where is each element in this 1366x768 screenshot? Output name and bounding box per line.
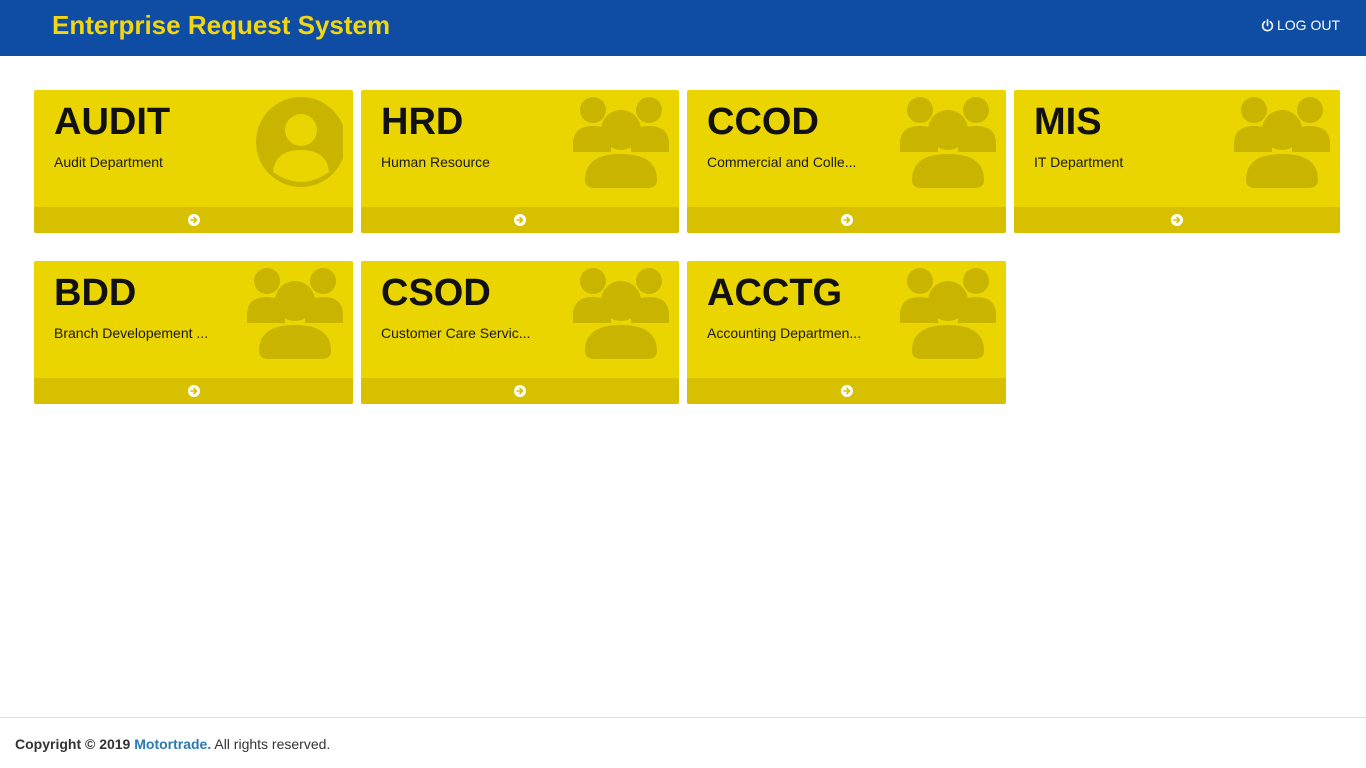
tile-footer-link[interactable] (34, 207, 353, 233)
department-description: Branch Developement ... (54, 325, 209, 341)
department-description: Human Resource (381, 154, 490, 170)
tile-footer-link[interactable] (361, 207, 679, 233)
department-description: Accounting Departmen... (707, 325, 862, 341)
copyright-text: Copyright © 2019 Motortrade. All rights … (15, 736, 330, 752)
department-tile-bdd[interactable]: BDD Branch Developement ... (34, 261, 353, 404)
department-description: IT Department (1034, 154, 1124, 170)
department-tile-csod[interactable]: CSOD Customer Care Servic... (361, 261, 679, 404)
department-code: CSOD (381, 272, 491, 314)
users-icon (573, 268, 669, 359)
tile-footer-link[interactable] (687, 378, 1006, 404)
users-icon (900, 268, 996, 359)
arrow-circle-right-icon (187, 385, 200, 397)
arrow-circle-right-icon (514, 214, 526, 226)
arrow-circle-right-icon (1171, 214, 1183, 226)
department-description: Audit Department (54, 154, 163, 170)
department-code: AUDIT (54, 101, 171, 143)
department-tile-hrd[interactable]: HRD Human Resource (361, 90, 679, 233)
department-tile-mis[interactable]: MIS IT Department (1014, 90, 1340, 233)
arrow-circle-right-icon (840, 385, 853, 397)
arrow-circle-right-icon (514, 385, 526, 397)
department-code: CCOD (707, 101, 819, 143)
department-description: Customer Care Servic... (381, 325, 531, 341)
tile-footer-link[interactable] (34, 378, 353, 404)
users-icon (247, 268, 343, 359)
department-tile-audit[interactable]: AUDIT Audit Department (34, 90, 353, 233)
user-icon (256, 97, 343, 187)
users-icon (573, 97, 669, 188)
users-icon (1234, 97, 1330, 188)
tile-footer-link[interactable] (1014, 207, 1340, 233)
department-tile-acctg[interactable]: ACCTG Accounting Departmen... (687, 261, 1006, 404)
company-link[interactable]: Motortrade. (134, 736, 211, 752)
department-code: MIS (1034, 101, 1102, 143)
tile-footer-link[interactable] (361, 378, 679, 404)
department-code: ACCTG (707, 272, 843, 314)
department-description: Commercial and Colle... (707, 154, 857, 170)
arrow-circle-right-icon (187, 214, 200, 226)
arrow-circle-right-icon (840, 214, 853, 226)
rights-text: All rights reserved. (214, 736, 331, 752)
page-footer: Copyright © 2019 Motortrade. All rights … (0, 717, 1366, 768)
department-tile-ccod[interactable]: CCOD Commercial and Colle... (687, 90, 1006, 233)
department-grid: AUDIT Audit Department HRD Human Resourc… (0, 0, 1366, 768)
copyright-prefix: Copyright © 2019 (15, 736, 131, 752)
tile-footer-link[interactable] (687, 207, 1006, 233)
department-code: BDD (54, 272, 137, 314)
department-code: HRD (381, 101, 464, 143)
users-icon (900, 97, 996, 188)
